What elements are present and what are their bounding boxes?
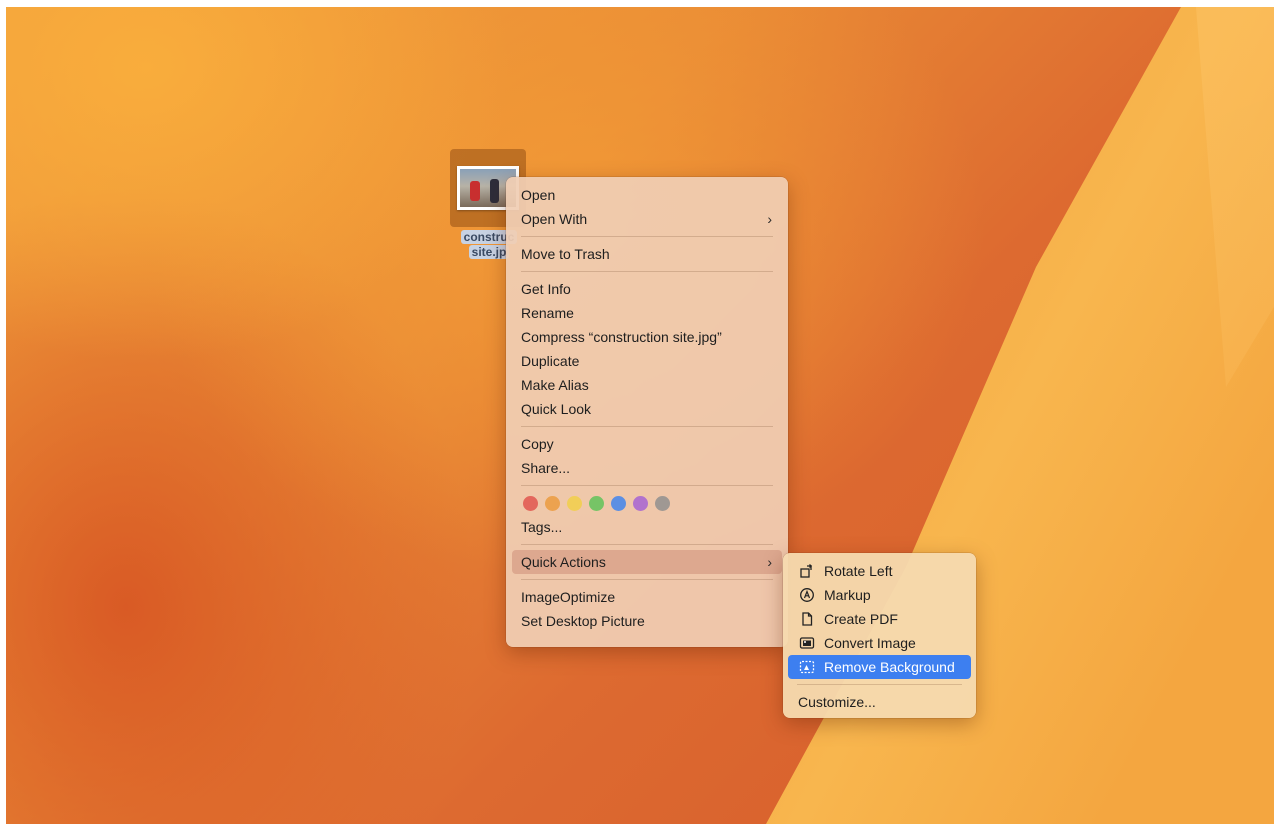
submenu-item-markup[interactable]: Markup xyxy=(788,583,971,607)
menu-separator xyxy=(521,271,773,272)
markup-icon xyxy=(798,587,815,604)
menu-item-tags[interactable]: Tags... xyxy=(512,515,782,539)
context-menu: Open Open With › Move to Trash Get Info … xyxy=(506,177,788,647)
menu-item-label: Quick Actions xyxy=(521,554,606,570)
rotate-left-icon xyxy=(798,563,815,580)
submenu-item-remove-background[interactable]: Remove Background xyxy=(788,655,971,679)
menu-item-open[interactable]: Open xyxy=(512,183,782,207)
menu-separator xyxy=(521,236,773,237)
tag-gray[interactable] xyxy=(655,495,670,511)
submenu-item-label: Convert Image xyxy=(824,635,916,651)
menu-separator xyxy=(521,485,773,486)
menu-item-set-desktop-picture[interactable]: Set Desktop Picture xyxy=(512,609,782,633)
remove-background-icon xyxy=(798,659,815,676)
tag-red[interactable] xyxy=(523,495,538,511)
menu-item-copy[interactable]: Copy xyxy=(512,432,782,456)
tag-orange[interactable] xyxy=(545,495,560,511)
menu-item-open-with[interactable]: Open With › xyxy=(512,207,782,231)
submenu-item-convert-image[interactable]: Convert Image xyxy=(788,631,971,655)
menu-separator xyxy=(521,579,773,580)
chevron-right-icon: › xyxy=(767,211,772,227)
submenu-item-customize[interactable]: Customize... xyxy=(788,690,971,714)
tag-color-row xyxy=(512,491,782,515)
menu-item-get-info[interactable]: Get Info xyxy=(512,277,782,301)
menu-item-share[interactable]: Share... xyxy=(512,456,782,480)
submenu-item-rotate-left[interactable]: Rotate Left xyxy=(788,559,971,583)
menu-separator xyxy=(797,684,962,685)
menu-item-quick-actions[interactable]: Quick Actions › xyxy=(512,550,782,574)
tag-purple[interactable] xyxy=(633,495,648,511)
document-icon xyxy=(798,611,815,628)
tag-blue[interactable] xyxy=(611,495,626,511)
submenu-item-label: Customize... xyxy=(798,694,876,710)
menu-separator xyxy=(521,426,773,427)
photo-icon xyxy=(798,635,815,652)
menu-item-image-optimize[interactable]: ImageOptimize xyxy=(512,585,782,609)
menu-item-compress[interactable]: Compress “construction site.jpg” xyxy=(512,325,782,349)
menu-item-make-alias[interactable]: Make Alias xyxy=(512,373,782,397)
menu-item-quick-look[interactable]: Quick Look xyxy=(512,397,782,421)
file-name-line2: site.jp xyxy=(468,245,510,259)
chevron-right-icon: › xyxy=(767,554,772,570)
menu-item-label: Open With xyxy=(521,211,588,227)
quick-actions-submenu: Rotate Left Markup Create PDF Convert Im… xyxy=(783,553,976,718)
submenu-item-create-pdf[interactable]: Create PDF xyxy=(788,607,971,631)
menu-item-move-to-trash[interactable]: Move to Trash xyxy=(512,242,782,266)
menu-item-rename[interactable]: Rename xyxy=(512,301,782,325)
submenu-item-label: Remove Background xyxy=(824,659,955,675)
menu-separator xyxy=(521,544,773,545)
submenu-item-label: Markup xyxy=(824,587,871,603)
submenu-item-label: Create PDF xyxy=(824,611,898,627)
menu-item-duplicate[interactable]: Duplicate xyxy=(512,349,782,373)
tag-green[interactable] xyxy=(589,495,604,511)
tag-yellow[interactable] xyxy=(567,495,582,511)
submenu-item-label: Rotate Left xyxy=(824,563,893,579)
